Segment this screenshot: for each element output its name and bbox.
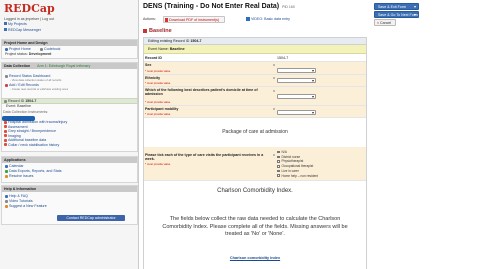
left-sidebar: REDCap Logged in as jmpeiser | Log out M… — [0, 0, 139, 269]
required-note: * must provide value — [145, 100, 171, 104]
required-note: * must provide value — [145, 81, 171, 85]
video-icon — [5, 199, 8, 203]
close-icon: × — [377, 21, 380, 25]
section-charlson: Charlson Comorbidity Index. — [144, 181, 366, 201]
user-line: Logged in as jmpeiser | Log out — [4, 17, 55, 21]
project-title: DENS (Training - Do Not Enter Real Data)… — [143, 3, 295, 10]
history-icon[interactable] — [273, 77, 275, 79]
history-icon[interactable] — [273, 108, 275, 110]
contact-admin-button[interactable]: Contact REDCap administrator — [57, 215, 125, 221]
panel-header: Data Collection Arm 1: Edinburgh Royal I… — [2, 63, 137, 69]
help-icon — [5, 194, 8, 198]
pdf-icon — [165, 18, 168, 22]
panel-header: Project Home and Design — [2, 40, 137, 46]
care-options: N/A District nurse Physiotherapist Occup… — [277, 150, 318, 178]
field-ethnicity: Ethnicity * must provide value — [144, 75, 366, 87]
field-mobility: Participant mobility * must provide valu… — [144, 106, 366, 118]
messenger-link[interactable]: REDCap Messenger — [4, 28, 41, 32]
grid-icon — [5, 74, 8, 78]
status-dot-icon — [4, 138, 7, 142]
form-icon — [143, 28, 147, 33]
applications-panel: Applications Calendar Data Exports, Repo… — [1, 156, 138, 183]
sex-select[interactable] — [277, 68, 316, 73]
instrument-title: Baseline — [143, 28, 172, 34]
event-name-bar: Event Name: Baseline — [144, 45, 366, 54]
actions-label: Actions: — [143, 17, 156, 21]
logo-text: REDCap — [4, 2, 55, 15]
user-icon — [4, 99, 7, 103]
add-edit-subtext: - Create new records or edit/view existi… — [10, 87, 69, 91]
edit-icon — [5, 83, 8, 87]
mobility-select[interactable] — [277, 110, 316, 115]
checkbox-option[interactable]: Home help – non resident — [277, 174, 318, 179]
redcap-logo[interactable]: REDCap — [4, 2, 124, 16]
resolve-issues-link[interactable]: Resolve Issues — [5, 174, 33, 179]
save-exit-button[interactable]: Save & Exit Form — [374, 3, 419, 10]
project-id: PID 160 — [282, 5, 295, 9]
field-care-visits: Please tick each of the type of care vis… — [144, 147, 366, 181]
video-basic-data-entry-link[interactable]: VIDEO: Basic data entry — [246, 16, 290, 23]
instruments-label: Data Collection Instruments: — [3, 110, 49, 114]
calendar-icon — [5, 164, 8, 168]
record-id-value: 1504-7 — [277, 56, 289, 60]
section-package-of-care: Package of care at admission — [144, 118, 366, 147]
lightbulb-icon — [5, 204, 8, 208]
ethnicity-label: Ethnicity — [145, 76, 161, 80]
history-icon[interactable] — [273, 90, 275, 92]
video-icon — [246, 17, 250, 22]
chat-icon — [4, 28, 7, 31]
download-pdf-button[interactable]: Download PDF of instrument(s) — [163, 16, 225, 23]
chevron-down-icon[interactable] — [414, 14, 416, 16]
instrument-item[interactable]: Collar / neck stabilisation history — [4, 143, 59, 148]
status-dot-icon — [4, 134, 7, 138]
status-dot-icon — [4, 129, 7, 133]
main-content: DENS (Training - Do Not Enter Real Data)… — [139, 0, 478, 269]
status-dot-icon — [4, 143, 7, 147]
ethnicity-select[interactable] — [277, 78, 316, 83]
panel-header: Applications — [2, 157, 137, 163]
required-note: * must provide value — [145, 162, 171, 166]
history-icon[interactable] — [273, 64, 275, 66]
suggest-feature-link[interactable]: Suggest a New Feature — [5, 204, 47, 209]
editing-record-banner: Editing existing Record ID 1504-7 — [144, 38, 366, 45]
domicile-select[interactable] — [277, 94, 316, 99]
home-icon — [4, 22, 7, 25]
record-id-label: Record ID — [145, 56, 162, 60]
book-icon — [40, 47, 43, 51]
issues-icon — [5, 174, 8, 178]
charlson-index-link[interactable]: Charlson comorbidity index — [144, 256, 366, 260]
house-icon — [5, 47, 8, 51]
sex-label: Sex — [145, 63, 152, 67]
panel-header: Help & Information — [2, 186, 137, 192]
project-status: Project status: Development — [5, 52, 52, 56]
history-icon[interactable] — [273, 154, 275, 156]
care-label: Please tick each of the type of care vis… — [145, 153, 264, 162]
project-home-panel: Project Home and Design Project Home Cod… — [1, 39, 138, 59]
status-dot-icon — [4, 120, 7, 124]
field-sex: Sex * must provide value — [144, 62, 366, 75]
chevron-down-icon[interactable] — [414, 6, 416, 8]
export-icon — [5, 169, 8, 173]
action-bar: Actions: Download PDF of instrument(s) V… — [143, 16, 367, 23]
domicile-label: Which of the following best describes pa… — [145, 88, 258, 97]
my-projects-link[interactable]: My Projects — [4, 22, 27, 26]
field-record-id: Record ID 1504-7 — [144, 55, 366, 62]
status-dot-icon — [4, 125, 7, 129]
field-domicile: Which of the following best describes pa… — [144, 87, 366, 106]
mobility-label: Participant mobility — [145, 107, 179, 111]
required-note: * must provide value — [145, 112, 171, 116]
cancel-button[interactable]: × Cancel — [374, 19, 396, 26]
data-entry-form: Editing existing Record ID 1504-7 Event … — [143, 37, 367, 269]
required-note: * must provide value — [145, 69, 171, 73]
event-label: Event: Baseline — [6, 104, 31, 108]
charlson-description: The fields below collect the raw data ne… — [144, 216, 366, 248]
save-next-button[interactable]: Save & Go To Next Form — [374, 11, 419, 18]
